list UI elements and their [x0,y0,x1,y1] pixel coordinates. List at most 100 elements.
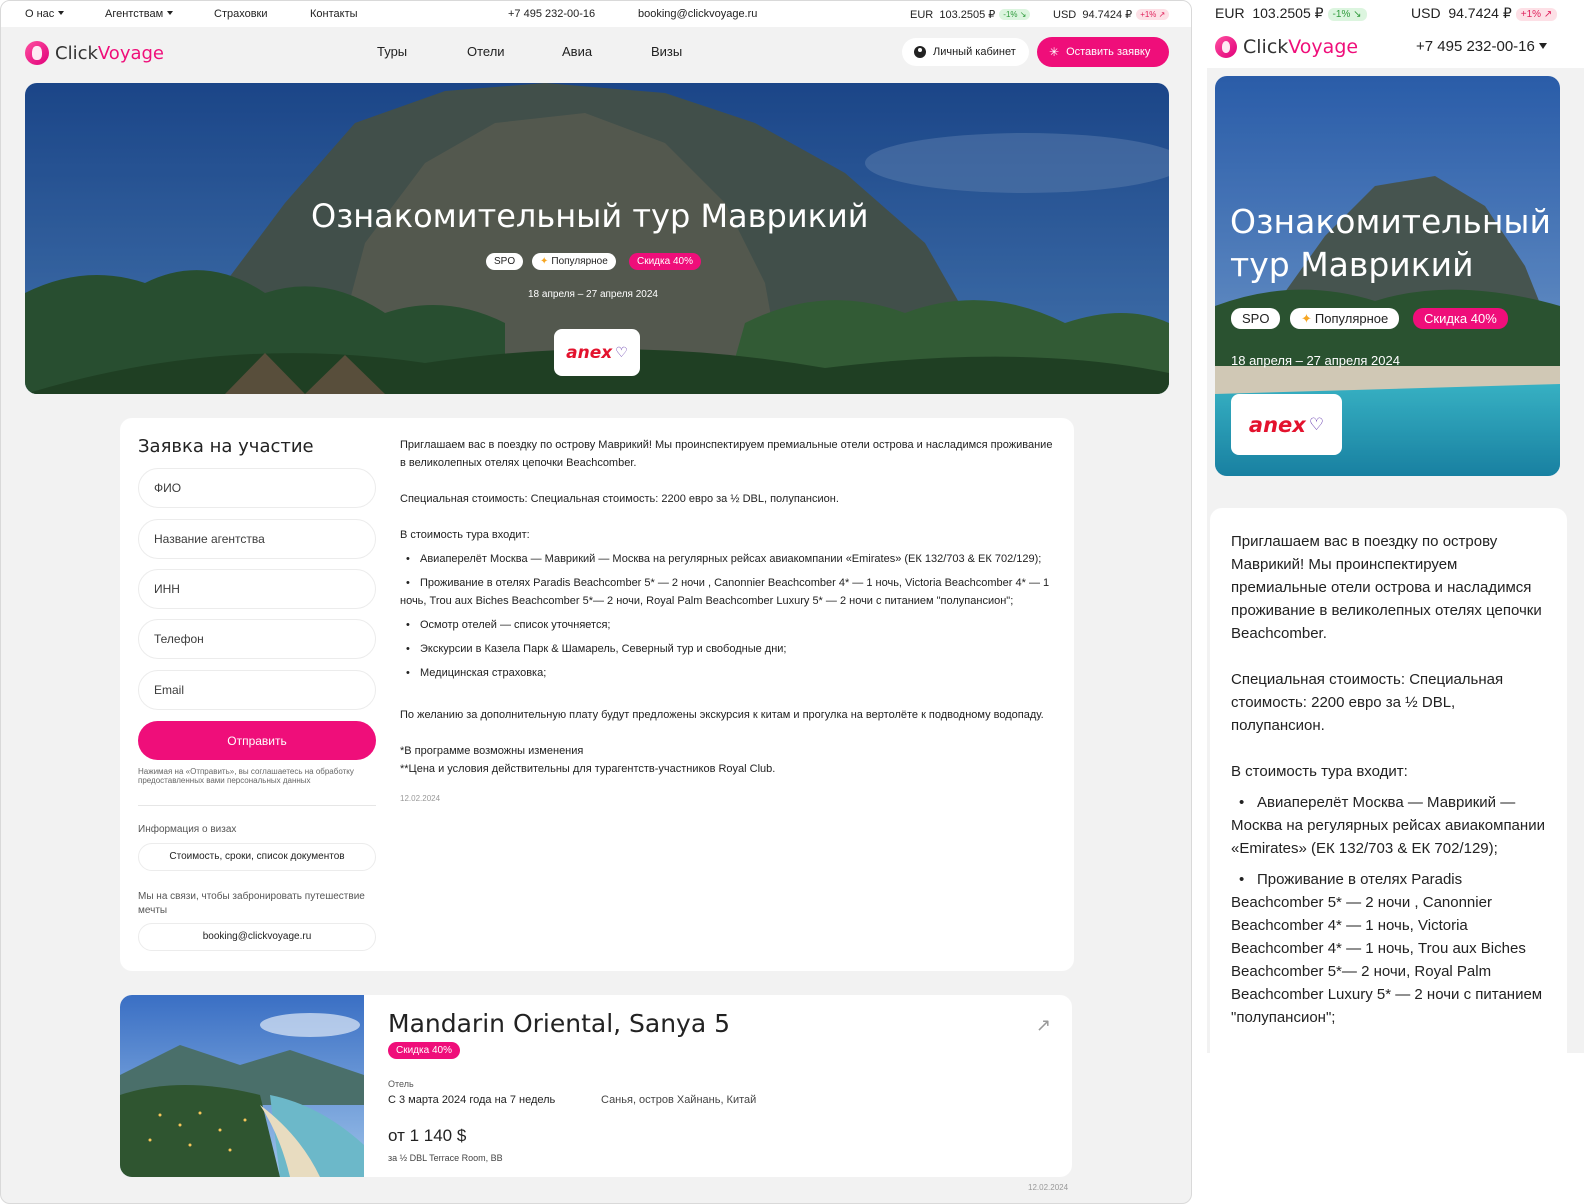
menu-insurance[interactable]: Страховки [214,8,268,20]
hero-dates: 18 апреля – 27 апреля 2024 [528,289,658,300]
list-item: • Проживание в отелях Paradis Beachcomber… [400,577,1050,607]
mobile-usd-change: +1% ↗ [1515,8,1558,21]
hero-banner: Ознакомительный тур Маврикий SPO ✦ Популя… [25,83,1169,394]
logo-text: ClickVoyage [55,43,164,64]
badge-popular: ✦ Популярное [532,253,616,270]
arrow-up-right-icon[interactable]: ↗ [1036,1015,1051,1036]
chevron-down-icon [58,11,65,15]
nav-hotels[interactable]: Отели [467,44,505,59]
mobile-badge-popular: ✦ Популярное [1290,308,1400,329]
mobile-eur-value: 103.2505 ₽ [1252,5,1324,21]
menu-contacts[interactable]: Контакты [310,8,358,20]
email-field[interactable] [138,670,376,710]
fio-field[interactable] [138,468,376,508]
mobile-badge-popular-label: Популярное [1314,311,1389,326]
visa-info-button[interactable]: Стоимость, сроки, список документов [138,843,376,871]
divider [138,805,376,806]
list-item: • Проживание в отелях Paradis Beachcomber… [1231,871,1543,1026]
list-item-text: Экскурсии в Казела Парк & Шамарель, Севе… [420,643,787,655]
operator-logo-text: anex [566,342,613,363]
list-item-text: Авиаперелёт Москва — Маврикий — Москва н… [420,553,1042,565]
mobile-phone: +7 495 232-00-16 [1416,38,1535,55]
main-nav: ClickVoyage Туры Отели Авиа Визы Личный … [1,27,1191,77]
submit-button[interactable]: Отправить [138,721,376,760]
hotel-location: Санья, остров Хайнань, Китай [601,1094,757,1106]
hotel-card[interactable]: Mandarin Oriental, Sanya 5 Скидка 40% ↗ … [120,995,1072,1177]
desc-intro: Приглашаем вас в поездку по острову Мавр… [400,439,1053,469]
hotel-name[interactable]: Mandarin Oriental, Sanya 5 [388,1009,730,1038]
includes-list: • Авиаперелёт Москва — Маврикий — Москва … [400,550,1060,682]
nav-tours[interactable]: Туры [377,44,407,59]
mobile-usd-rate: USD 94.7424 ₽ +1% ↗ [1411,5,1558,22]
hotel-dates: С 3 марта 2024 года на 7 недель [388,1094,556,1106]
mobile-description-card: Приглашаем вас в поездку по острову Мавр… [1210,508,1567,1068]
inn-field[interactable] [138,569,376,609]
list-item-text: Осмотр отелей — список уточняется; [420,619,611,631]
visa-info-label: Информация о визах [138,824,237,835]
heart-icon: ♡ [615,344,628,360]
badge-spo: SPO [486,253,524,270]
mobile-includes-list: • Авиаперелёт Москва — Маврикий — Москва … [1231,791,1549,1029]
mobile-top-bar: EUR 103.2505 ₽ -1% ↘ USD 94.7424 ₽ +1% ↗ [1207,0,1584,28]
contact-email-button[interactable]: booking@clickvoyage.ru [138,923,376,951]
usd-label: USD [1053,9,1077,21]
mobile-badge-discount: Скидка 40% [1413,308,1508,329]
mobile-content: Ознакомительный тур Маврикий SPO ✦ Популя… [1207,68,1584,1068]
mobile-usd-label: USD [1411,5,1441,21]
mobile-logo-part-2: Voyage [1288,36,1359,58]
usd-value: 94.7424 ₽ [1082,9,1133,21]
mobile-logo-part-1: Click [1243,36,1289,58]
mobile-tour-description: Приглашаем вас в поездку по острову Мавр… [1231,530,1549,1037]
hotel-photo[interactable] [120,995,364,1177]
mobile-desc-includes-title: В стоимость тура входит: [1231,763,1408,780]
email-link[interactable]: booking@clickvoyage.ru [638,8,757,20]
list-item-text: Авиаперелёт Москва — Маврикий — Москва н… [1231,794,1545,857]
heart-icon: ♡ [1308,414,1325,434]
list-item-text: Проживание в отелях Paradis Beachcomber … [400,577,1050,607]
mobile-operator-logo[interactable]: anex ♡ [1231,394,1342,455]
menu-about-label: О нас [25,8,55,20]
mobile-phone-menu[interactable]: +7 495 232-00-16 [1416,38,1547,55]
top-bar: О нас Агентствам Страховки Контакты +7 4… [1,1,1191,27]
desc-extra: По желанию за дополнительную плату будут… [400,709,1044,721]
hand-logo-icon [1215,36,1237,58]
apply-label: Оставить заявку [1066,46,1151,58]
hotel-discount-badge: Скидка 40% [388,1042,460,1059]
hotel-room: за ½ DBL Terrace Room, BB [388,1153,503,1163]
list-item-text: Проживание в отелях Paradis Beachcomber … [1231,871,1543,1026]
hero-title: Ознакомительный тур Маврикий [311,197,869,235]
agency-field[interactable] [138,519,376,559]
mobile-logo[interactable]: ClickVoyage [1215,36,1358,58]
mobile-logo-text: ClickVoyage [1243,36,1358,58]
menu-about[interactable]: О нас [25,8,65,20]
eur-value: 103.2505 ₽ [939,9,996,21]
phone-link[interactable]: +7 495 232-00-16 [508,8,595,20]
apply-button[interactable]: ✳ Оставить заявку [1037,37,1169,67]
phone-field[interactable] [138,619,376,659]
list-item: • Авиаперелёт Москва — Маврикий — Москва … [406,553,1042,565]
nav-visas[interactable]: Визы [651,44,682,59]
mobile-operator-logo-text: anex [1248,412,1306,437]
operator-logo[interactable]: anex ♡ [554,329,640,376]
form-title: Заявка на участие [138,436,314,457]
nav-avia[interactable]: Авиа [562,44,592,59]
mobile-header: ClickVoyage +7 495 232-00-16 [1207,30,1584,68]
desc-note-1: *В программе возможны изменения [400,745,584,757]
eur-rate: EUR 103.2505 ₽ -1% ↘ [910,8,1031,21]
user-icon [914,46,926,58]
mobile-hero-dates: 18 апреля – 27 апреля 2024 [1231,353,1400,368]
tour-description: Приглашаем вас в поездку по острову Мавр… [400,436,1060,808]
desktop-viewport: О нас Агентствам Страховки Контакты +7 4… [0,0,1192,1204]
mobile-desc-intro: Приглашаем вас в поездку по острову Мавр… [1231,533,1542,642]
logo[interactable]: ClickVoyage [25,41,164,65]
cabinet-button[interactable]: Личный кабинет [902,38,1029,66]
list-item-text: Медицинская страховка; [420,667,547,679]
mobile-eur-label: EUR [1215,5,1245,21]
consent-text: Нажимая на «Отправить», вы соглашаетесь … [138,767,354,785]
mobile-viewport: EUR 103.2505 ₽ -1% ↘ USD 94.7424 ₽ +1% ↗ C… [1207,0,1584,1204]
mobile-usd-value: 94.7424 ₽ [1448,5,1512,21]
tour-card: Заявка на участие Отправить Нажимая на «… [120,418,1074,971]
list-item: • Медицинская страховка; [406,667,547,679]
menu-agencies[interactable]: Агентствам [105,8,174,20]
list-item: • Осмотр отелей — список уточняется; [406,619,611,631]
